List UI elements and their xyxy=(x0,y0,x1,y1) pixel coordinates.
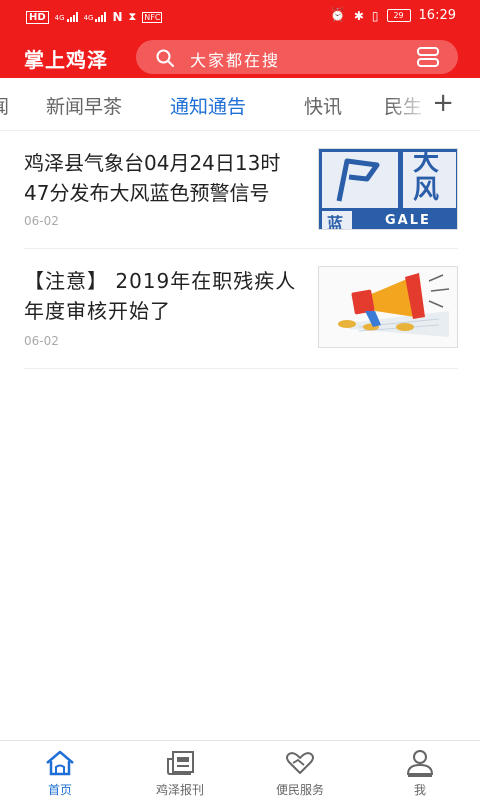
search-placeholder: 大家都在搜 xyxy=(190,51,281,70)
gale-label: GALE xyxy=(385,213,431,228)
signal-icon xyxy=(95,12,107,22)
gale-big-char: 大 xyxy=(413,148,440,177)
add-tab-button[interactable]: + xyxy=(432,90,454,116)
search-bar[interactable]: 大家都在搜 xyxy=(136,40,458,74)
nav-services-label: 便民服务 xyxy=(275,783,324,797)
news-title: 【注意】 2019年在职残疾人年度审核开始了 xyxy=(24,269,297,323)
news-thumbnail-gale-warning: 大 风 蓝 GALE xyxy=(318,148,458,230)
clock-time: 16:29 xyxy=(418,8,456,23)
signal-4g-2: 4G xyxy=(84,12,107,22)
nav-newspaper-label: 鸡泽报刊 xyxy=(155,783,204,797)
scan-icon[interactable] xyxy=(416,47,440,67)
nfc-icon: NFC xyxy=(142,11,163,23)
hourglass-icon: ⧗ xyxy=(128,10,137,23)
signal-icon xyxy=(66,12,78,22)
news-item[interactable]: 【注意】 2019年在职残疾人年度审核开始了 06-02 xyxy=(24,266,458,369)
nav-services[interactable]: 便民服务 xyxy=(240,741,360,801)
home-icon xyxy=(46,750,74,776)
app-header: HD 4G 4G N ⧗ NFC ⏰ ✱ ▯ 29 16:29 掌上鸡泽 大家都… xyxy=(0,0,480,78)
battery-icon: 29 xyxy=(386,9,411,22)
news-date: 06-02 xyxy=(24,334,59,348)
search-icon xyxy=(156,49,174,67)
megaphone-icon xyxy=(319,267,457,347)
signal-4g-1: 4G xyxy=(55,12,78,22)
news-title: 鸡泽县气象台04月24日13时47分发布大风蓝色预警信号 xyxy=(24,151,281,205)
tab-partial-news[interactable]: 闻 xyxy=(0,92,9,119)
tab-news-morning-tea[interactable]: 新闻早茶 xyxy=(46,92,122,119)
gale-color-char: 蓝 xyxy=(327,214,344,230)
news-date: 06-02 xyxy=(24,214,59,228)
heart-hands-icon xyxy=(286,752,314,774)
nfc-n-icon: N xyxy=(112,10,123,24)
nav-me-label: 我 xyxy=(413,783,426,797)
tab-flash-news[interactable]: 快讯 xyxy=(304,92,342,119)
alarm-icon: ⏰ xyxy=(329,8,346,23)
tabs-fade xyxy=(390,78,430,130)
bluetooth-icon: ✱ xyxy=(353,8,364,23)
nav-newspaper[interactable]: 鸡泽报刊 xyxy=(120,741,240,801)
vibrate-icon: ▯ xyxy=(371,8,379,23)
gale-wind-char: 风 xyxy=(413,175,440,205)
user-icon xyxy=(406,750,434,777)
nav-me[interactable]: 我 xyxy=(360,741,480,801)
tab-notices[interactable]: 通知通告 xyxy=(170,92,246,119)
news-thumbnail-megaphone xyxy=(318,266,458,348)
nav-home-label: 首页 xyxy=(47,783,72,797)
news-item[interactable]: 鸡泽县气象台04月24日13时47分发布大风蓝色预警信号 06-02 大 风 蓝… xyxy=(24,148,458,249)
category-tabs: 闻 新闻早茶 通知通告 快讯 民生 + xyxy=(0,78,480,131)
app-title: 掌上鸡泽 xyxy=(24,48,108,72)
hd-indicator: HD xyxy=(26,10,49,24)
newspaper-icon xyxy=(167,751,194,775)
status-bar: HD 4G 4G N ⧗ NFC ⏰ ✱ ▯ 29 16:29 xyxy=(0,0,480,34)
bottom-navigation: 首页 鸡泽报刊 便民服务 我 xyxy=(0,740,480,801)
nav-home[interactable]: 首页 xyxy=(0,741,120,801)
